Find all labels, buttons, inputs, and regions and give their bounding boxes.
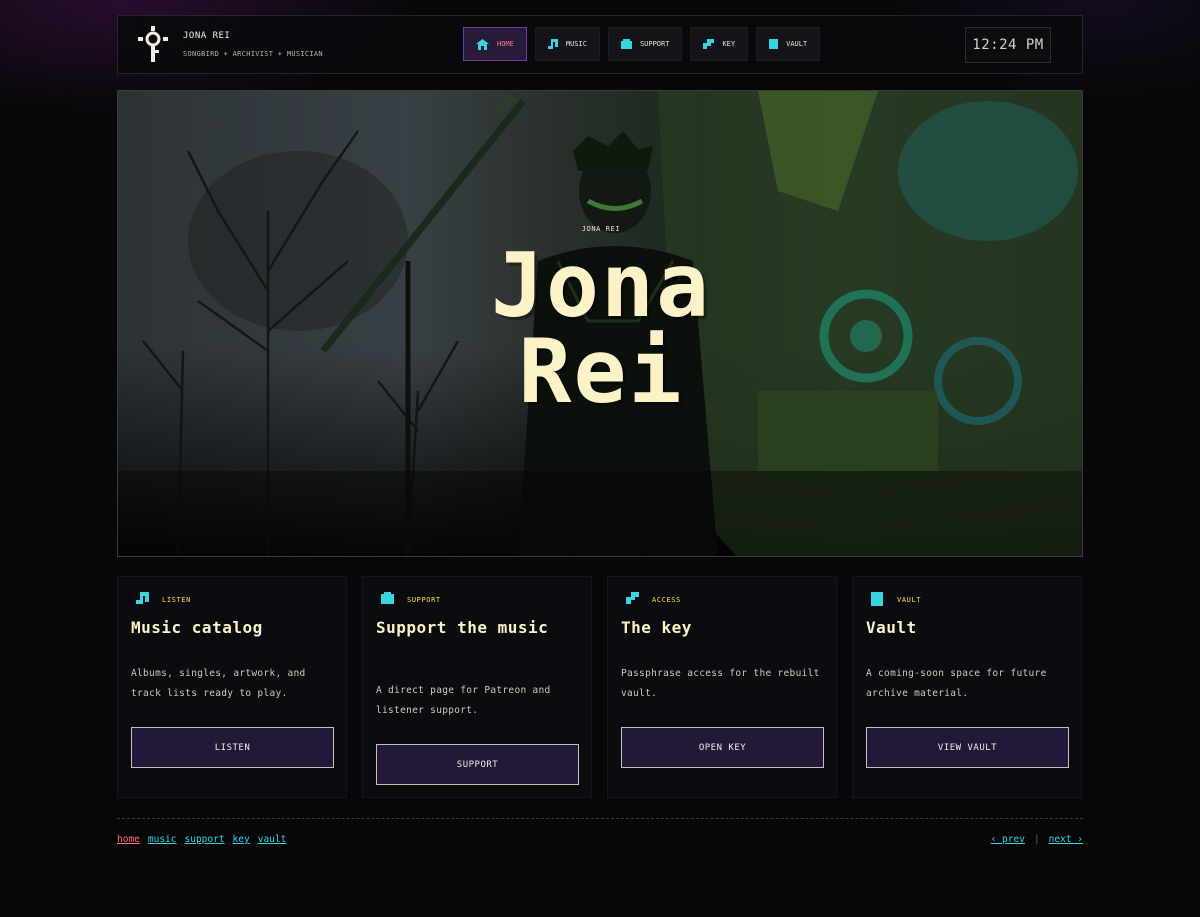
card-title: The key: [621, 618, 692, 637]
hero-title-line1: Jona: [491, 234, 711, 337]
vault-icon: [769, 39, 779, 49]
main-nav: HOME MUSIC SUPPORT KEY VAULT: [463, 27, 821, 61]
card-description: A direct page for Patreon and listener s…: [376, 685, 551, 716]
card-description: Albums, singles, artwork, and track list…: [131, 668, 306, 699]
card-eyebrow: LISTEN: [162, 596, 191, 604]
card-title: Music catalog: [131, 618, 263, 637]
card-eyebrow: ACCESS: [652, 596, 681, 604]
nav-home[interactable]: HOME: [463, 27, 527, 61]
card-title: Vault: [866, 618, 917, 637]
nav-support-label: SUPPORT: [639, 40, 670, 48]
nav-key-label: KEY: [722, 40, 736, 48]
brand-tagline: SONGBIRD + ARCHIVIST + MUSICIAN: [183, 50, 323, 58]
top-bar: JONA REI SONGBIRD + ARCHIVIST + MUSICIAN…: [117, 15, 1083, 74]
nav-music[interactable]: MUSIC: [534, 27, 600, 61]
key-icon: [626, 592, 639, 604]
home-icon: [476, 38, 489, 50]
card-description: Passphrase access for the rebuilt vault.: [621, 668, 820, 699]
view-vault-button[interactable]: VIEW VAULT: [866, 727, 1069, 768]
prev-link[interactable]: ‹ prev: [991, 834, 1025, 845]
card-title: Support the music: [376, 618, 549, 637]
key-icon: [703, 39, 715, 49]
support-button[interactable]: SUPPORT: [376, 744, 579, 785]
hero-banner: JONA REI Jona Rei: [117, 90, 1083, 557]
listen-button[interactable]: LISTEN: [131, 727, 334, 768]
next-link[interactable]: next ›: [1049, 834, 1083, 845]
card-eyebrow: VAULT: [897, 596, 922, 604]
footer-link-home[interactable]: home: [117, 834, 140, 845]
card-key: ACCESS The key Passphrase access for the…: [607, 576, 837, 798]
footer-link-music[interactable]: music: [148, 834, 177, 845]
vault-icon: [871, 592, 883, 606]
card-listen: LISTEN Music catalog Albums, singles, ar…: [117, 576, 347, 798]
music-note-icon: [136, 592, 149, 604]
footer-link-support[interactable]: support: [185, 834, 225, 845]
pager: ‹ prev | next ›: [991, 834, 1083, 845]
footer-link-vault[interactable]: vault: [258, 834, 287, 845]
card-support: SUPPORT Support the music A direct page …: [362, 576, 592, 798]
nav-support[interactable]: SUPPORT: [607, 27, 683, 61]
footer-link-key[interactable]: key: [233, 834, 250, 845]
hero-title: Jona Rei: [118, 234, 1082, 423]
card-eyebrow: SUPPORT: [407, 596, 441, 604]
card-description: A coming-soon space for future archive m…: [866, 668, 1047, 699]
card-vault: VAULT Vault A coming-soon space for futu…: [852, 576, 1082, 798]
brand-name: JONA REI: [183, 31, 231, 41]
support-icon: [381, 592, 394, 604]
footer-nav: home music support key vault: [117, 834, 286, 845]
music-note-icon: [547, 38, 558, 49]
nav-vault[interactable]: VAULT: [756, 27, 821, 61]
nav-home-label: HOME: [497, 40, 514, 48]
hero-title-line2: Rei: [518, 320, 684, 423]
logo[interactable]: [138, 26, 168, 64]
nav-music-label: MUSIC: [565, 40, 587, 48]
clock: 12:24 PM: [965, 27, 1051, 63]
nav-key[interactable]: KEY: [690, 27, 749, 61]
footer-divider: [117, 818, 1083, 819]
hero-eyebrow: JONA REI: [581, 225, 621, 233]
nav-vault-label: VAULT: [786, 40, 808, 48]
open-key-button[interactable]: OPEN KEY: [621, 727, 824, 768]
pager-separator: |: [1033, 834, 1040, 845]
support-icon: [620, 39, 632, 49]
